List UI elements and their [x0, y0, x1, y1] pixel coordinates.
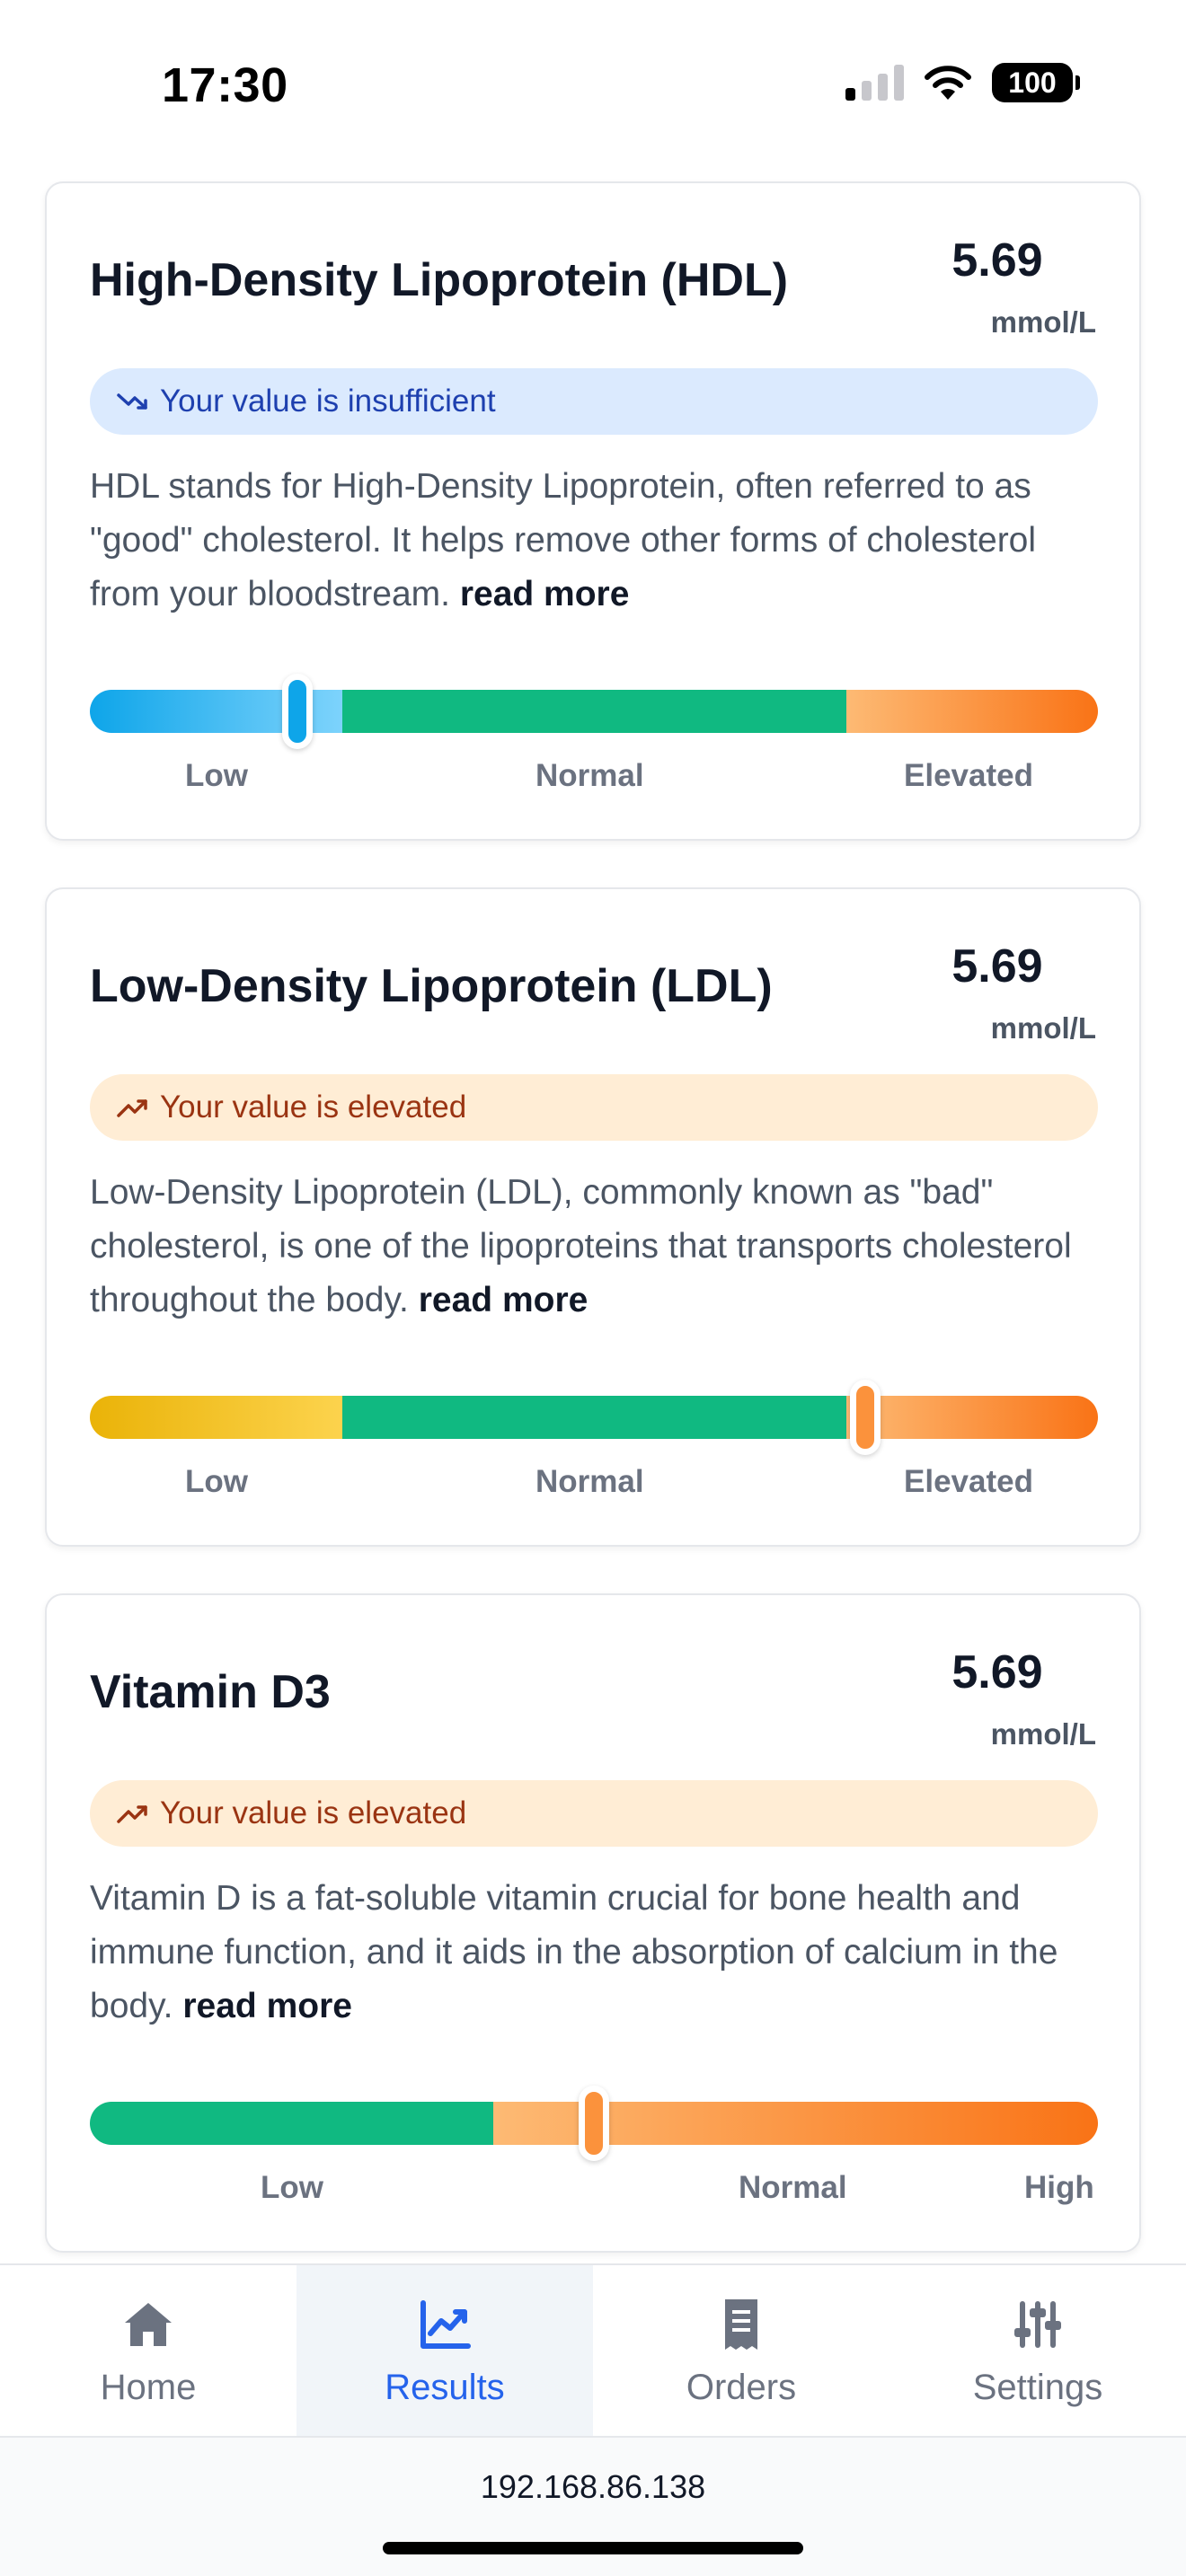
home-indicator[interactable]	[383, 2542, 803, 2554]
range-marker	[579, 2086, 609, 2161]
status-text: Your value is elevated	[160, 1795, 467, 1831]
card-title: Low-Density Lipoprotein (LDL)	[90, 960, 773, 1012]
status-time: 17:30	[162, 58, 288, 112]
browser-url-bar[interactable]: 192.168.86.138	[0, 2436, 1186, 2576]
card-value: 5.69	[951, 234, 1043, 287]
card-unit: mmol/L	[990, 1011, 1096, 1045]
read-more-link[interactable]: read more	[419, 1281, 589, 1319]
home-icon	[125, 2303, 172, 2346]
card-title: Vitamin D3	[90, 1666, 331, 1718]
wifi-icon	[925, 66, 971, 100]
trend-up-icon	[117, 1099, 147, 1117]
battery-level: 100	[992, 63, 1073, 102]
read-more-link[interactable]: read more	[460, 575, 630, 613]
range-label-low: Low	[185, 758, 248, 793]
range-marker	[282, 674, 313, 749]
range-label-normal: Normal	[739, 2170, 847, 2205]
card-description: Vitamin D is a fat-soluble vitamin cruci…	[90, 1872, 1105, 2033]
chart-line-icon	[420, 2300, 471, 2349]
tab-results[interactable]: Results	[296, 2265, 593, 2436]
tab-label: Home	[100, 2368, 197, 2407]
bottom-tab-bar: Home Results Orders Settings	[0, 2263, 1186, 2436]
trend-down-icon	[117, 393, 147, 410]
read-more-link[interactable]: read more	[182, 1987, 352, 2025]
status-pill: Your value is insufficient	[90, 368, 1098, 435]
sliders-icon	[1014, 2301, 1061, 2348]
battery-icon: 100	[992, 63, 1080, 102]
card-value: 5.69	[951, 940, 1043, 992]
status-text: Your value is elevated	[160, 1090, 467, 1125]
card-description: Low-Density Lipoprotein (LDL), commonly …	[90, 1166, 1105, 1328]
range-label-high: High	[1024, 2170, 1094, 2205]
range-label-normal: Normal	[535, 758, 644, 793]
result-card-ldl[interactable]: Low-Density Lipoprotein (LDL) 5.69 mmol/…	[45, 887, 1141, 1547]
tab-orders[interactable]: Orders	[593, 2265, 890, 2436]
tab-settings[interactable]: Settings	[890, 2265, 1186, 2436]
card-value: 5.69	[951, 1646, 1043, 1698]
status-icons: 100	[845, 63, 1080, 102]
result-card-hdl[interactable]: High-Density Lipoprotein (HDL) 5.69 mmol…	[45, 181, 1141, 841]
tab-label: Settings	[972, 2368, 1103, 2407]
tab-label: Orders	[686, 2368, 797, 2407]
status-bar: 17:30 100	[0, 0, 1186, 171]
card-title: High-Density Lipoprotein (HDL)	[90, 254, 789, 306]
range-label-low: Low	[185, 1464, 248, 1499]
status-pill: Your value is elevated	[90, 1780, 1098, 1847]
url-text: 192.168.86.138	[480, 2468, 706, 2505]
trend-up-icon	[117, 1805, 147, 1823]
range-label-low: Low	[261, 2170, 323, 2205]
result-card-vitamin-d3[interactable]: Vitamin D3 5.69 mmol/L Your value is ele…	[45, 1593, 1141, 2253]
tab-label: Results	[385, 2368, 505, 2407]
receipt-icon	[725, 2299, 757, 2350]
status-text: Your value is insufficient	[160, 384, 496, 419]
range-bar	[90, 1396, 1098, 1439]
range-label-normal: Normal	[535, 1464, 644, 1499]
status-pill: Your value is elevated	[90, 1074, 1098, 1141]
card-unit: mmol/L	[990, 1717, 1096, 1751]
card-description: HDL stands for High-Density Lipoprotein,…	[90, 460, 1105, 622]
cellular-signal-icon	[845, 65, 904, 101]
range-label-elevated: Elevated	[904, 1464, 1033, 1499]
tab-home[interactable]: Home	[0, 2265, 296, 2436]
range-label-elevated: Elevated	[904, 758, 1033, 793]
range-bar	[90, 690, 1098, 733]
range-marker	[850, 1380, 881, 1455]
card-unit: mmol/L	[990, 305, 1096, 339]
